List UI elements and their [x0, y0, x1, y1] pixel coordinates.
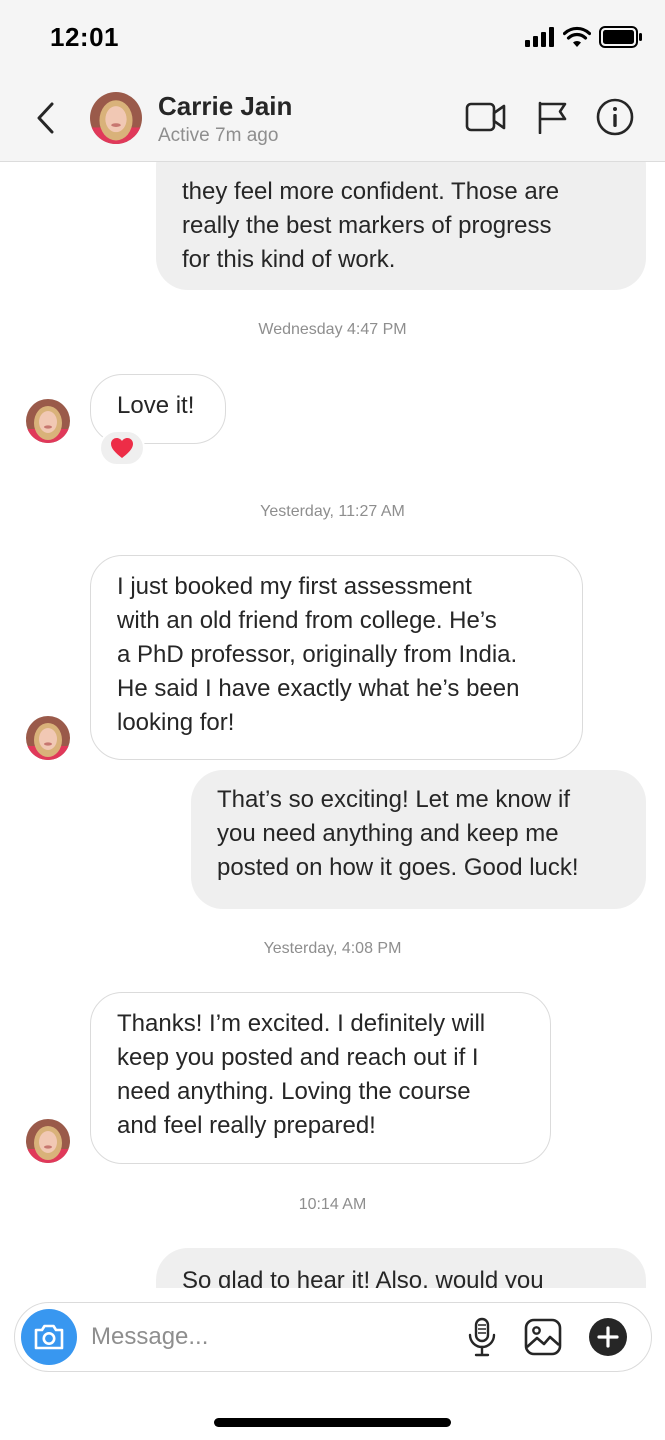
battery-icon: [599, 25, 643, 53]
message-timestamp: Yesterday, 11:27 AM: [260, 503, 405, 520]
video-call-button[interactable]: [463, 94, 509, 140]
contact-active-status: Active 7m ago: [158, 125, 279, 146]
sender-avatar[interactable]: [26, 1119, 70, 1163]
plus-icon: [589, 1318, 627, 1356]
gallery-icon: [524, 1318, 562, 1356]
report-flag-button[interactable]: [529, 94, 575, 140]
chat-header: Carrie Jain Active 7m ago: [0, 80, 665, 162]
status-icons: [525, 25, 643, 53]
message-input[interactable]: [91, 1317, 451, 1357]
chevron-left-icon: [37, 102, 54, 134]
flag-icon: [538, 101, 567, 134]
cellular-signal-icon: [525, 26, 555, 52]
conversation-info-button[interactable]: [592, 94, 638, 140]
outgoing-message[interactable]: That’s so exciting! Let me know if you n…: [191, 770, 646, 909]
sender-avatar[interactable]: [26, 399, 70, 443]
outgoing-message[interactable]: they feel more confident. Those are real…: [156, 162, 646, 290]
incoming-message[interactable]: I just booked my first assessment with a…: [90, 555, 583, 760]
contact-avatar[interactable]: [90, 92, 142, 144]
outgoing-message[interactable]: So glad to hear it! Also, would you: [156, 1248, 646, 1288]
heart-icon: [111, 438, 133, 458]
message-timestamp: Wednesday 4:47 PM: [258, 321, 407, 338]
gallery-button[interactable]: [522, 1316, 564, 1358]
home-indicator[interactable]: [214, 1418, 451, 1427]
status-bar: 12:01: [0, 0, 665, 80]
microphone-icon: [468, 1317, 496, 1357]
info-icon: [596, 98, 634, 136]
incoming-message[interactable]: Thanks! I’m excited. I definitely will k…: [90, 992, 551, 1164]
camera-button[interactable]: [21, 1309, 77, 1365]
voice-message-button[interactable]: [461, 1316, 503, 1358]
video-call-icon: [465, 102, 506, 132]
camera-icon: [34, 1324, 64, 1350]
status-time: 12:01: [50, 22, 119, 52]
message-composer: [14, 1302, 652, 1372]
back-button[interactable]: [28, 98, 62, 138]
message-list[interactable]: they feel more confident. Those are real…: [0, 162, 665, 1288]
more-options-button[interactable]: [587, 1316, 629, 1358]
contact-name[interactable]: Carrie Jain: [158, 91, 292, 122]
wifi-icon: [562, 26, 592, 53]
message-timestamp: 10:14 AM: [298, 1196, 367, 1213]
message-timestamp: Yesterday, 4:08 PM: [263, 940, 402, 957]
sender-avatar[interactable]: [26, 716, 70, 760]
heart-reaction-badge[interactable]: [99, 430, 145, 466]
